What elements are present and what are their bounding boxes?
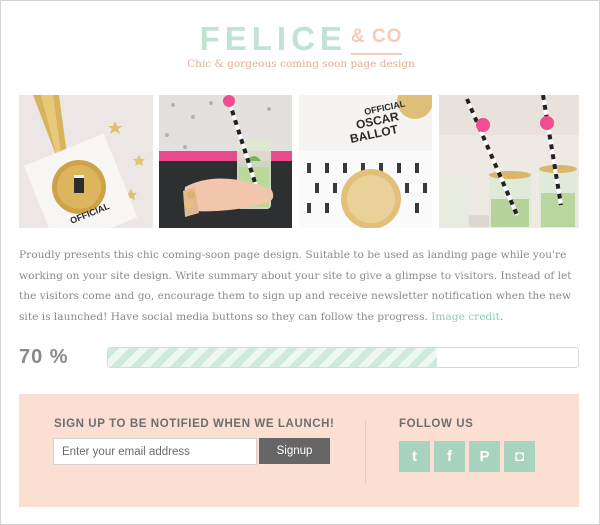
facebook-button[interactable]: f xyxy=(434,441,465,472)
social-buttons: t f P ◘ xyxy=(399,441,535,472)
signup-title: SIGN UP TO BE NOTIFIED WHEN WE LAUNCH! xyxy=(54,418,335,430)
logo-suffix: & CO xyxy=(350,27,403,55)
instagram-button[interactable]: ◘ xyxy=(504,441,535,472)
site-header: FELICE & CO Chic & gorgeous coming soon … xyxy=(1,20,600,70)
progress-bar xyxy=(107,347,579,368)
follow-title: FOLLOW US xyxy=(399,418,474,430)
photo-gift-tag: OFFICIAL xyxy=(19,95,153,228)
photo-drink-hand xyxy=(159,95,292,228)
intro-paragraph: Proudly presents this chic coming-soon p… xyxy=(19,245,585,327)
signup-panel: SIGN UP TO BE NOTIFIED WHEN WE LAUNCH! S… xyxy=(19,394,579,507)
pinterest-icon: P xyxy=(479,448,490,465)
twitter-button[interactable]: t xyxy=(399,441,430,472)
twitter-icon: t xyxy=(412,448,417,465)
progress-label: 70 % xyxy=(19,346,69,368)
image-credit-link[interactable]: Image credit xyxy=(431,311,500,323)
signup-button[interactable]: Signup xyxy=(259,438,330,464)
logo-name: FELICE xyxy=(199,20,347,57)
photo-gallery: OFFICIAL OFFICIAL OSCAR BALLOT xyxy=(19,95,579,228)
email-input[interactable] xyxy=(53,438,257,465)
photo-cocktails xyxy=(439,95,579,228)
photo-oscar-ballot: OFFICIAL OSCAR BALLOT xyxy=(299,95,432,228)
intro-end: . xyxy=(499,310,504,323)
instagram-icon: ◘ xyxy=(514,448,525,465)
facebook-icon: f xyxy=(447,448,452,465)
pinterest-button[interactable]: P xyxy=(469,441,500,472)
tagline: Chic & gorgeous coming soon page design xyxy=(187,58,415,70)
panel-divider xyxy=(365,420,366,484)
logo: FELICE & CO xyxy=(1,20,600,57)
progress-fill xyxy=(108,348,437,367)
